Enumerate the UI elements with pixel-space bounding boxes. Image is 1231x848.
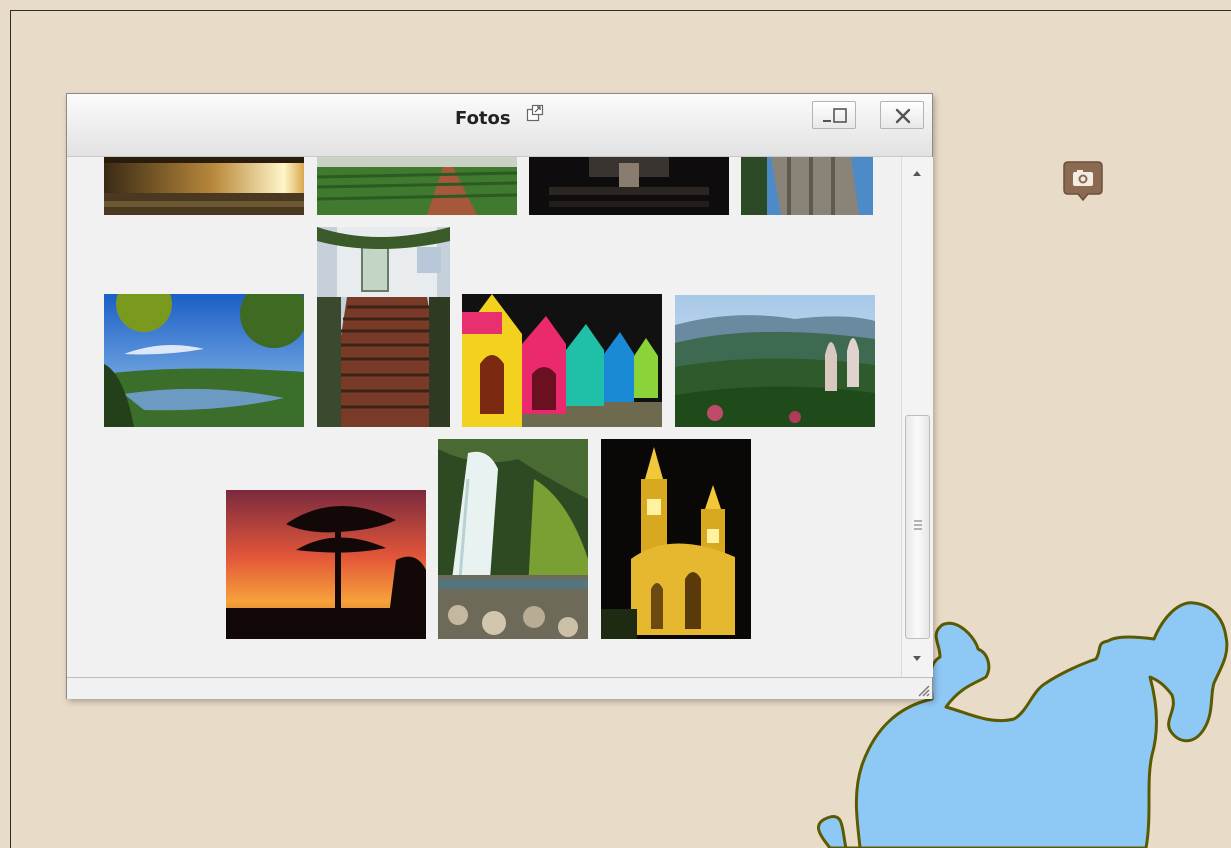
photo-thumbnail[interactable] [317,157,517,215]
scroll-up-icon[interactable] [911,169,923,177]
photo-thumbnail[interactable] [104,294,304,427]
grip-icon [914,520,922,530]
scroll-thumb[interactable] [905,415,930,639]
photos-dialog: Fotos [66,93,933,699]
photo-thumbnail[interactable] [741,157,873,215]
photo-thumbnail[interactable] [462,294,662,427]
camera-marker-icon[interactable] [1062,160,1104,202]
resize-grip-icon[interactable] [916,683,930,697]
photo-thumbnail[interactable] [601,439,751,639]
photo-thumbnail[interactable] [104,157,304,215]
photo-thumbnail[interactable] [675,295,875,427]
vertical-scrollbar[interactable] [901,157,933,677]
photo-gallery [67,157,900,677]
photo-thumbnail[interactable] [226,490,426,639]
close-button[interactable] [880,101,924,129]
scroll-down-icon[interactable] [911,655,923,663]
dialog-statusbar [67,677,932,699]
photo-thumbnail[interactable] [529,157,729,215]
external-window-icon[interactable] [526,104,544,122]
dialog-titlebar[interactable]: Fotos [67,94,932,157]
photo-thumbnail[interactable] [317,227,450,427]
maximize-button[interactable] [812,101,856,129]
photo-thumbnail[interactable] [438,439,588,639]
dialog-title: Fotos [455,108,511,129]
minimize-maximize-icon [823,108,847,123]
close-icon [895,108,911,124]
